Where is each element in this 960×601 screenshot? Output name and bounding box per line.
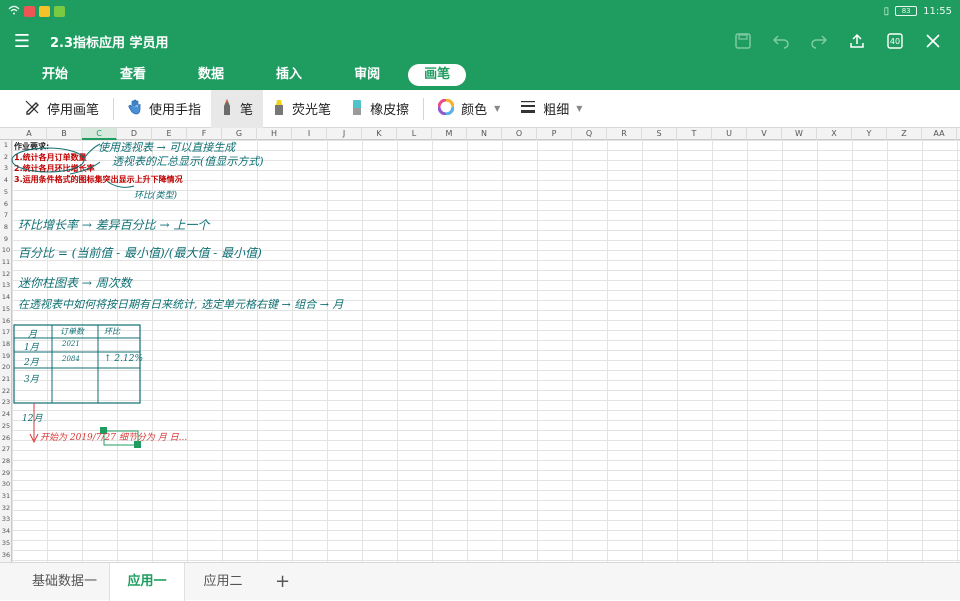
app-notification-icon [24,5,35,17]
ink-table-cell: 12月 [22,414,43,424]
pen-icon [221,98,233,120]
pen-toolbar: 停用画笔 使用手指 笔 荧光笔 橡皮擦 颜色 ▼ 粗细 ▼ [0,89,960,128]
use-finger-button[interactable]: 使用手指 [118,90,211,128]
wifi-icon [8,5,20,18]
ink-table-month-head: 月 [28,330,38,340]
pen-label: 笔 [240,103,254,118]
divider [113,97,115,120]
vibrate-icon: ▯ [883,5,890,17]
tab-pen[interactable]: 画笔 [408,64,467,86]
pen-button[interactable]: 笔 [211,89,264,128]
ink-table-cell: 2月 [24,358,39,368]
color-label: 颜色 [461,103,488,118]
ink-table-cell: 1月 [24,343,39,353]
tab-data[interactable]: 数据 [174,64,248,86]
divider [423,97,425,120]
battery-level: 83 [901,7,911,15]
ink-note-3: 环比(类型) [134,191,178,201]
status-bar: ▯ 83 11:55 [0,0,960,22]
highlighter-label: 荧光笔 [292,103,332,118]
stop-pen-button[interactable]: 停用画笔 [14,90,109,128]
ink-table-cell: 3月 [24,375,39,385]
stop-pen-label: 停用画笔 [47,103,100,118]
ink-note-4: 环比增长率 → 差异百分比 → 上一个 [18,218,210,232]
clock: 11:55 [923,5,952,17]
app-notification-icon [54,5,65,17]
caret-down-icon: ▼ [494,104,501,113]
tab-view[interactable]: 查看 [96,64,170,86]
sheet-tab-basic-data[interactable]: 基础数据一 [20,563,109,601]
ribbon-tabs: 开始 查看 数据 插入 审阅 画笔 [0,60,960,90]
share-icon[interactable] [838,26,876,56]
ink-note-7: 在透视表中如何将按日期有日来统计, 选定单元格右键 → 组合 → 月 [18,298,344,311]
ink-note-6: 迷你柱图表 → 周次数 [18,276,132,290]
use-finger-label: 使用手指 [149,103,202,118]
spreadsheet[interactable]: A B C D E F G H I J K L M N O P Q R S T U V W X Y Z AA 1 2 3 4 5 6 7 8 9 10… [0,128,960,562]
ink-note-5: 百分比 = (当前值 - 最小值)/(最大值 - 最小值) [18,246,262,260]
eraser-icon [351,98,363,120]
highlighter-button[interactable]: 荧光笔 [263,90,341,128]
thickness-button[interactable]: 粗细 ▼ [510,90,592,128]
add-sheet-icon[interactable]: + [261,571,304,592]
sheet-tab-application-1[interactable]: 应用一 [109,562,186,601]
tab-insert[interactable]: 插入 [252,64,326,86]
caret-down-icon: ▼ [576,104,583,113]
ink-table-mom-head: 环比 [104,327,120,336]
ink-table-orders-head: 订单数 [60,327,84,336]
ink-note-2: 透视表的汇总显示(值显示方式) [112,155,264,168]
eraser-button[interactable]: 橡皮擦 [341,90,419,128]
document-title: 2.3指标应用 学员用 [50,35,169,51]
title-bar: ☰ 2.3指标应用 学员用 40 [0,22,960,60]
sheet-tabs: 基础数据一 应用一 应用二 + [0,562,960,601]
menu-icon[interactable]: ☰ [0,31,44,52]
sheet-tab-application-2[interactable]: 应用二 [185,563,261,601]
ink-red-note: 开始为 2019/7/27 细节分为 月 日... [40,433,188,443]
multiwindow-icon[interactable]: 40 [876,26,914,56]
window-count-badge: 40 [889,37,901,46]
line-weight-icon [520,100,536,118]
thickness-label: 粗细 [543,103,570,118]
tab-start[interactable]: 开始 [18,64,92,86]
hand-icon [128,99,142,119]
ink-table-cell: 2021 [62,340,80,348]
color-wheel-icon [437,98,455,119]
battery-icon: 83 [895,6,918,16]
tab-review[interactable]: 审阅 [330,64,404,86]
eraser-label: 橡皮擦 [370,103,410,118]
app-notification-icon [39,5,50,17]
color-button[interactable]: 颜色 ▼ [428,90,510,128]
undo-icon[interactable] [762,26,800,56]
close-icon[interactable] [914,26,952,56]
highlighter-icon [273,98,285,120]
save-icon[interactable] [724,26,762,56]
redo-icon[interactable] [800,26,838,56]
pen-off-icon [24,99,40,119]
ink-table-cell: ↑ 2.12% [104,354,143,364]
ink-table-cell: 2084 [62,355,80,363]
